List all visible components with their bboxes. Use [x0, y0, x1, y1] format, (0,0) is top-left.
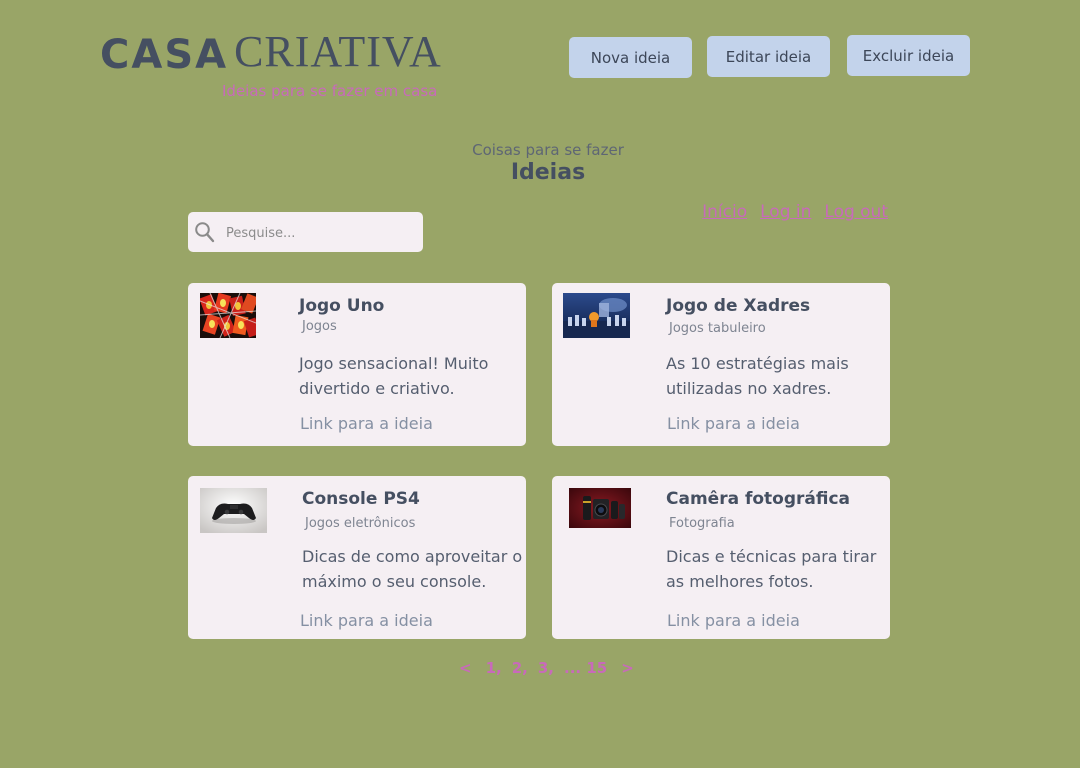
- idea-card: Camêra fotográfica Fotografia Dicas e té…: [552, 476, 890, 639]
- section-subtitle: Coisas para se fazer: [472, 141, 624, 159]
- card-category: Jogos: [302, 319, 337, 334]
- card-description: Dicas e técnicas para tirar as melhores …: [666, 547, 877, 591]
- search-icon: [195, 222, 215, 243]
- card-category: Fotografia: [669, 516, 735, 531]
- card-category: Jogos tabuleiro: [669, 321, 766, 336]
- card-link[interactable]: Link para a ideia: [667, 611, 800, 630]
- card-link[interactable]: Link para a ideia: [300, 414, 433, 433]
- uno-cards-image: [200, 293, 256, 338]
- brand-logo: CASA CRIATIVA Ideias para se fazer em cas…: [100, 30, 470, 105]
- card-title: Jogo Uno: [299, 296, 385, 316]
- new-idea-button[interactable]: Nova ideia: [569, 37, 692, 78]
- card-title: Camêra fotográfica: [666, 489, 851, 509]
- pagination-page[interactable]: 3,: [538, 659, 554, 677]
- ps4-controller-image: [200, 488, 267, 533]
- card-title: Console PS4: [302, 489, 420, 509]
- card-description: Dicas de como aproveitar o máximo o seu …: [302, 547, 523, 591]
- card-link[interactable]: Link para a ideia: [667, 414, 800, 433]
- card-link[interactable]: Link para a ideia: [300, 611, 433, 630]
- pagination-page[interactable]: 2,: [512, 659, 528, 677]
- nav-home-link[interactable]: Início: [702, 202, 747, 222]
- card-description: Jogo sensacional! Muito divertido e cria…: [299, 354, 489, 398]
- pagination-page[interactable]: 1,: [486, 659, 502, 677]
- brand-title: CASA CRIATIVA: [100, 27, 442, 78]
- camera-image: [569, 488, 631, 528]
- delete-idea-button[interactable]: Excluir ideia: [847, 35, 970, 76]
- nav-logout-link[interactable]: Log out: [824, 202, 888, 222]
- card-description: As 10 estratégias mais utilizadas no xad…: [666, 354, 849, 398]
- brand-subtitle: Ideias para se fazer em casa: [222, 82, 438, 100]
- idea-card: Jogo de Xadres Jogos tabuleiro As 10 est…: [552, 283, 890, 446]
- card-title: Jogo de Xadres: [666, 296, 811, 316]
- nav-login-link[interactable]: Log in: [760, 202, 811, 222]
- card-category: Jogos eletrônicos: [305, 516, 416, 531]
- brand-title-bold: CASA: [100, 32, 229, 78]
- chess-image: [563, 293, 630, 338]
- brand-title-light: CRIATIVA: [234, 27, 442, 76]
- pagination-next[interactable]: >: [621, 659, 634, 677]
- idea-card: Console PS4 Jogos eletrônicos Dicas de c…: [188, 476, 526, 639]
- page-title: Ideias: [510, 160, 586, 185]
- pagination-prev[interactable]: <: [459, 659, 472, 677]
- search-box[interactable]: [188, 212, 423, 252]
- edit-idea-button[interactable]: Editar ideia: [707, 36, 830, 77]
- pagination-page[interactable]: ... 15: [564, 659, 607, 677]
- idea-card: Jogo Uno Jogos Jogo sensacional! Muito d…: [188, 283, 526, 446]
- pagination: < 1, 2, 3, ... 15 >: [455, 659, 638, 677]
- search-input[interactable]: [224, 220, 418, 246]
- auth-nav: Início Log in Log out: [702, 202, 888, 222]
